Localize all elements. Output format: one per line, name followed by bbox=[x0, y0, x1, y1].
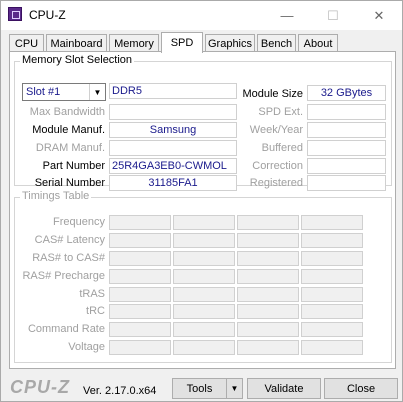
timing-row-label: RAS# to CAS# bbox=[32, 252, 105, 264]
timings-table-group: Timings Table Frequency CAS# Latency RAS… bbox=[14, 190, 392, 363]
memory-slot-selection-legend: Memory Slot Selection bbox=[20, 54, 135, 66]
tools-dropdown-button[interactable]: ▼ bbox=[226, 378, 243, 399]
serial-number-label: Serial Number bbox=[34, 177, 105, 189]
module-size-field: 32 GBytes bbox=[307, 85, 386, 101]
buffered-field bbox=[307, 140, 386, 156]
dram-manuf-field bbox=[109, 140, 237, 156]
timing-cell bbox=[109, 304, 171, 319]
cpuz-app-icon bbox=[8, 7, 22, 21]
tab-graphics[interactable]: Graphics bbox=[205, 34, 255, 52]
timing-cell bbox=[301, 287, 363, 302]
tab-bench[interactable]: Bench bbox=[257, 34, 296, 52]
spd-ext-label: SPD Ext. bbox=[258, 106, 303, 118]
timing-cell bbox=[173, 269, 235, 284]
timing-cell bbox=[237, 304, 299, 319]
timing-row-label: Voltage bbox=[68, 341, 105, 353]
timing-cell bbox=[109, 340, 171, 355]
max-bandwidth-field bbox=[109, 104, 237, 120]
serial-number-field: 31185FA1 bbox=[109, 175, 237, 191]
timing-row-label: RAS# Precharge bbox=[22, 270, 105, 282]
timing-cell bbox=[301, 251, 363, 266]
timing-cell bbox=[237, 233, 299, 248]
minimize-button[interactable]: — bbox=[264, 1, 310, 30]
timing-cell bbox=[109, 287, 171, 302]
timing-cell bbox=[173, 322, 235, 337]
timing-row-label: tRAS bbox=[79, 288, 105, 300]
validate-button[interactable]: Validate bbox=[247, 378, 321, 399]
module-manuf-field: Samsung bbox=[109, 122, 237, 138]
tab-about[interactable]: About bbox=[298, 34, 338, 52]
maximize-button[interactable]: ☐ bbox=[310, 1, 356, 30]
timing-cell bbox=[109, 233, 171, 248]
title-bar[interactable]: CPU-Z — ☐ ✕ bbox=[1, 1, 402, 30]
timing-cell bbox=[109, 322, 171, 337]
timing-cell bbox=[237, 287, 299, 302]
timing-cell bbox=[301, 340, 363, 355]
dram-manuf-label: DRAM Manuf. bbox=[35, 142, 105, 154]
timings-table-legend: Timings Table bbox=[20, 190, 92, 202]
registered-label: Registered bbox=[249, 177, 303, 189]
timing-cell bbox=[301, 215, 363, 230]
cpuz-window: CPU-Z — ☐ ✕ CPU Mainboard Memory SPD Gra… bbox=[0, 0, 403, 402]
module-manuf-label: Module Manuf. bbox=[32, 124, 105, 136]
tab-cpu[interactable]: CPU bbox=[9, 34, 44, 52]
version-label: Ver. 2.17.0.x64 bbox=[83, 385, 157, 397]
tab-spd[interactable]: SPD bbox=[161, 32, 203, 53]
timing-cell bbox=[173, 215, 235, 230]
timing-row-label: CAS# Latency bbox=[34, 234, 105, 246]
correction-label: Correction bbox=[252, 160, 303, 172]
timing-cell bbox=[173, 287, 235, 302]
slot-select[interactable]: Slot #1 ▼ bbox=[22, 83, 106, 101]
timing-cell bbox=[109, 269, 171, 284]
week-year-field bbox=[307, 122, 386, 138]
timing-cell bbox=[237, 322, 299, 337]
timing-cell bbox=[237, 340, 299, 355]
close-button[interactable]: Close bbox=[324, 378, 398, 399]
buffered-label: Buffered bbox=[261, 142, 303, 154]
week-year-label: Week/Year bbox=[249, 124, 303, 136]
cpuz-logo: CPU-Z bbox=[10, 377, 70, 397]
slot-select-value: Slot #1 bbox=[26, 86, 61, 98]
module-size-label: Module Size bbox=[242, 88, 303, 100]
timing-cell bbox=[237, 215, 299, 230]
timing-cell bbox=[301, 269, 363, 284]
timing-cell bbox=[109, 251, 171, 266]
timing-cell bbox=[173, 251, 235, 266]
tab-mainboard[interactable]: Mainboard bbox=[46, 34, 107, 52]
timing-cell bbox=[109, 215, 171, 230]
registered-field bbox=[307, 175, 386, 191]
timing-row-label: Command Rate bbox=[27, 323, 105, 335]
spd-ext-field bbox=[307, 104, 386, 120]
timing-cell bbox=[173, 340, 235, 355]
memory-type-field: DDR5 bbox=[109, 83, 237, 99]
timing-row-label: tRC bbox=[86, 305, 105, 317]
timing-cell bbox=[301, 233, 363, 248]
close-window-button[interactable]: ✕ bbox=[356, 1, 402, 30]
timing-cell bbox=[173, 233, 235, 248]
chevron-down-icon: ▼ bbox=[230, 384, 239, 393]
timing-cell bbox=[301, 304, 363, 319]
tools-button[interactable]: Tools bbox=[172, 378, 227, 399]
timing-cell bbox=[237, 251, 299, 266]
tab-memory[interactable]: Memory bbox=[109, 34, 159, 52]
chevron-down-icon: ▼ bbox=[89, 84, 105, 100]
max-bandwidth-label: Max Bandwidth bbox=[29, 106, 105, 118]
memory-slot-selection-group: Memory Slot Selection Slot #1 ▼ DDR5 Max… bbox=[14, 54, 392, 191]
part-number-label: Part Number bbox=[42, 160, 105, 172]
timing-cell bbox=[301, 322, 363, 337]
timing-cell bbox=[237, 269, 299, 284]
correction-field bbox=[307, 158, 386, 174]
spd-panel: Memory Slot Selection Slot #1 ▼ DDR5 Max… bbox=[9, 51, 396, 369]
timing-row-label: Frequency bbox=[53, 216, 105, 228]
window-title: CPU-Z bbox=[29, 8, 66, 22]
timing-cell bbox=[173, 304, 235, 319]
part-number-field: 25R4GA3EB0-CWMOL bbox=[109, 158, 237, 174]
